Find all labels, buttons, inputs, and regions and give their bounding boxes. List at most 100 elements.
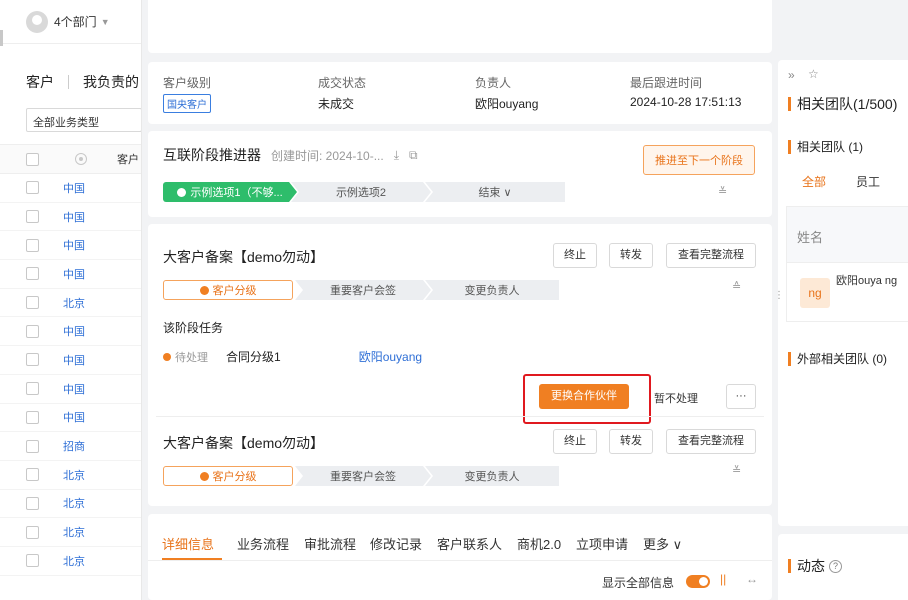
list-item[interactable]: 中国 [0, 231, 141, 261]
process-step-current[interactable]: 客户分级 [163, 280, 293, 300]
clock-icon [199, 285, 209, 295]
stage-step-1[interactable]: 示例选项1（不够... [163, 182, 297, 202]
row-checkbox[interactable] [26, 238, 39, 252]
row-checkbox[interactable] [26, 525, 39, 539]
process-step[interactable]: 重要客户会签 [295, 280, 431, 300]
customer-name-link[interactable]: 中国 [63, 180, 85, 196]
list-item[interactable]: 北京 [0, 461, 141, 490]
tab-change-log[interactable]: 修改记录 [370, 534, 422, 553]
skip-button[interactable]: 暂不处理 [654, 390, 698, 406]
copy-icon[interactable]: ⧉ [409, 148, 418, 163]
tab-customers[interactable]: 客户 [26, 72, 54, 92]
row-checkbox[interactable] [26, 181, 39, 195]
process-step-label: 变更负责人 [464, 285, 520, 297]
customer-name-link[interactable]: 北京 [63, 295, 85, 311]
collapse-chevrons-icon[interactable]: ≙ [732, 280, 741, 293]
forward-button[interactable]: 转发 [609, 429, 653, 454]
row-checkbox[interactable] [26, 267, 39, 281]
row-checkbox[interactable] [26, 468, 39, 482]
dept-selector[interactable]: 4个部门 ▼ [0, 0, 141, 44]
list-item[interactable]: 中国 [0, 404, 141, 433]
list-item[interactable]: 中国 [0, 346, 141, 375]
related-team-title-text: 相关团队(1/500) [797, 96, 898, 112]
download-icon[interactable]: ⤓ [394, 148, 399, 163]
process-step[interactable]: 变更负责人 [425, 466, 559, 486]
more-actions-button[interactable]: ··· [726, 384, 756, 409]
forward-button[interactable]: 转发 [609, 243, 653, 268]
view-full-process-button[interactable]: 查看完整流程 [666, 429, 756, 454]
view-full-process-button[interactable]: 查看完整流程 [666, 243, 756, 268]
row-checkbox[interactable] [26, 410, 39, 424]
row-checkbox[interactable] [26, 554, 39, 568]
process-step-current[interactable]: 客户分级 [163, 466, 293, 486]
row-checkbox[interactable] [26, 324, 39, 338]
tab-project-application[interactable]: 立项申请 [576, 534, 628, 553]
customer-name-link[interactable]: 北京 [63, 524, 85, 540]
advance-next-stage-button[interactable]: 推进至下一个阶段 [643, 145, 755, 175]
filter-employee[interactable]: 员工 [856, 173, 880, 190]
tab-approval-process[interactable]: 审批流程 [304, 534, 356, 553]
row-checkbox[interactable] [26, 496, 39, 510]
change-partner-button[interactable]: 更换合作伙伴 [539, 384, 629, 409]
locate-icon[interactable] [75, 153, 87, 165]
filter-all[interactable]: 全部 [802, 173, 826, 190]
pin-icon[interactable]: ☆ [808, 67, 819, 81]
list-item[interactable]: 中国 [0, 203, 141, 232]
expand-chevrons-icon[interactable]: ≚ [732, 464, 741, 477]
customer-name-link[interactable]: 招商 [63, 438, 85, 454]
tab-details[interactable]: 详细信息 [162, 534, 214, 553]
row-checkbox[interactable] [26, 353, 39, 367]
customer-name-link[interactable]: 北京 [63, 467, 85, 483]
customer-name-link[interactable]: 中国 [63, 352, 85, 368]
collapse-handle[interactable] [0, 30, 3, 46]
list-item[interactable]: 招商 [0, 432, 141, 461]
customer-name-link[interactable]: 中国 [63, 323, 85, 339]
row-checkbox[interactable] [26, 382, 39, 396]
process-step[interactable]: 变更负责人 [425, 280, 559, 300]
stage-step-end[interactable]: 结束 ∨ [425, 182, 565, 202]
stage-step-2[interactable]: 示例选项2 [291, 182, 431, 202]
list-item[interactable]: 北京 [0, 289, 141, 318]
task-owner-link[interactable]: 欧阳ouyang [359, 348, 422, 365]
business-type-select[interactable]: 全部业务类型 [26, 108, 141, 132]
list-item[interactable]: 北京 [0, 547, 141, 576]
customer-name-link[interactable]: 中国 [63, 209, 85, 225]
expand-width-icon[interactable]: ↔ [746, 572, 758, 586]
tabs-divider [148, 560, 772, 561]
list-item[interactable]: 中国 [0, 260, 141, 289]
stage-pipeline: 示例选项1（不够... 示例选项2 结束 ∨ [163, 182, 565, 202]
tab-opportunity[interactable]: 商机2.0 [517, 534, 561, 553]
member-name[interactable]: 欧阳ouya ng [836, 273, 900, 289]
stop-button[interactable]: 终止 [553, 243, 597, 268]
process-title: 大客户备案【demo勿动】 [163, 435, 325, 451]
list-item[interactable]: 中国 [0, 317, 141, 347]
row-checkbox[interactable] [26, 210, 39, 224]
stop-button[interactable]: 终止 [553, 429, 597, 454]
drag-handle-icon[interactable]: ⋮ [774, 290, 784, 301]
row-checkbox[interactable] [26, 296, 39, 310]
customer-name-link[interactable]: 中国 [63, 409, 85, 425]
tab-contacts[interactable]: 客户联系人 [437, 534, 502, 553]
help-icon[interactable]: ? [829, 559, 842, 573]
list-item[interactable]: 北京 [0, 490, 141, 519]
customer-name-link[interactable]: 北京 [63, 553, 85, 569]
show-all-toggle[interactable] [686, 575, 710, 588]
customer-name-link[interactable]: 中国 [63, 237, 85, 253]
column-view-icon[interactable]: || [720, 572, 726, 586]
list-item[interactable]: 北京 [0, 518, 141, 547]
select-all-checkbox[interactable] [26, 152, 39, 166]
tab-mine[interactable]: 我负责的 [83, 72, 139, 92]
process-pipeline: 客户分级 重要客户会签 变更负责人 [163, 280, 559, 300]
tab-business-process[interactable]: 业务流程 [237, 534, 289, 553]
collapse-right-icon[interactable]: » [788, 68, 795, 82]
customer-name-link[interactable]: 中国 [63, 266, 85, 282]
process-step[interactable]: 重要客户会签 [295, 466, 431, 486]
list-item[interactable]: 中国 [0, 375, 141, 404]
customer-name-link[interactable]: 中国 [63, 381, 85, 397]
customer-name-link[interactable]: 北京 [63, 495, 85, 511]
row-checkbox[interactable] [26, 439, 39, 453]
tab-more[interactable]: 更多 ∨ [643, 534, 682, 553]
list-item[interactable]: 中国 [0, 174, 141, 203]
expand-chevrons-icon[interactable]: ≚ [718, 185, 727, 198]
summary-last-followup: 最后跟进时间 2024-10-28 17:51:13 [630, 74, 741, 109]
